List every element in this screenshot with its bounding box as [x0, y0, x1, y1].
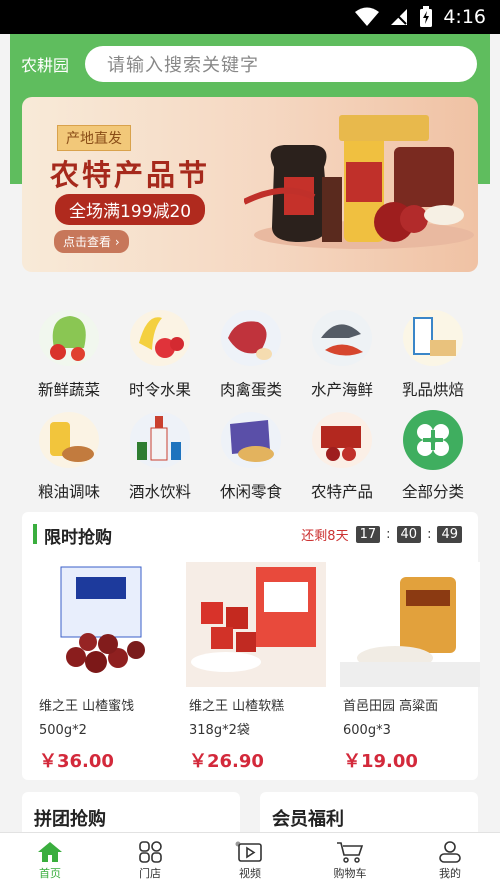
category-label: 休闲零食	[219, 483, 282, 501]
product-name: 首邑田园 高粱面	[343, 699, 439, 714]
product-card[interactable]: 维之王 山楂蜜饯 500g*2 ￥36.00	[36, 562, 176, 773]
snacks-icon	[221, 412, 281, 468]
product-image	[186, 562, 326, 687]
wifi-icon	[355, 7, 380, 26]
seafood-icon	[312, 310, 372, 366]
countdown-timer: 还剩8天 17 : 40 : 49	[301, 525, 462, 544]
category-label: 全部分类	[401, 483, 464, 501]
tab-profile[interactable]: 我的	[400, 833, 500, 890]
category-grain-oil[interactable]: 粮油调味	[24, 410, 114, 502]
meat-eggs-icon	[221, 310, 281, 366]
video-icon	[235, 841, 262, 862]
status-time: 4:16	[443, 6, 486, 28]
product-card[interactable]: 维之王 山楂软糕 318g*2袋 ￥26.90	[186, 562, 326, 773]
section-accent-bar	[33, 524, 37, 544]
tab-video[interactable]: 视频	[200, 833, 300, 890]
category-grid: 新鲜蔬菜 时令水果 肉禽蛋类 水产海鲜 乳品烘焙 粮油调味 酒水饮料 休闲零食 …	[22, 290, 478, 512]
countdown-minutes: 40	[396, 526, 422, 543]
member-benefits-title: 会员福利	[272, 809, 344, 830]
tab-label: 视频	[239, 867, 261, 880]
tab-label: 我的	[439, 867, 461, 880]
drinks-icon	[130, 412, 190, 468]
grain-oil-icon	[39, 412, 99, 468]
countdown-days: 还剩8天	[301, 529, 349, 544]
product-name: 维之王 山楂软糕	[189, 699, 285, 714]
product-image	[340, 562, 480, 687]
flash-sale-title: 限时抢购	[44, 528, 112, 548]
category-label: 肉禽蛋类	[219, 381, 282, 399]
tab-label: 门店	[139, 867, 161, 880]
tab-cart[interactable]: 购物车	[300, 833, 400, 890]
banner-products-image	[244, 115, 474, 249]
countdown-hours: 17	[355, 526, 381, 543]
category-vegetables[interactable]: 新鲜蔬菜	[24, 308, 114, 400]
cart-icon	[337, 842, 364, 863]
user-icon	[439, 841, 461, 863]
grid-icon	[139, 841, 162, 863]
category-dairy-bakery[interactable]: 乳品烘焙	[388, 308, 478, 400]
group-buy-title: 拼团抢购	[34, 809, 106, 830]
clover-icon	[403, 410, 463, 470]
category-label: 水产海鲜	[310, 381, 373, 399]
battery-charging-icon	[420, 6, 433, 27]
specialty-icon	[312, 412, 372, 468]
product-spec: 500g*2	[39, 723, 87, 738]
tab-home[interactable]: 首页	[0, 833, 100, 890]
product-card[interactable]: 首邑田园 高粱面 600g*3 ￥19.00	[340, 562, 480, 773]
category-label: 时令水果	[128, 381, 191, 399]
vegetables-icon	[39, 310, 99, 366]
category-fruits[interactable]: 时令水果	[115, 308, 205, 400]
home-icon	[38, 842, 62, 862]
category-seafood[interactable]: 水产海鲜	[297, 308, 387, 400]
banner-tag: 产地直发	[57, 125, 131, 151]
search-input[interactable]: 请输入搜索关键字	[85, 46, 477, 82]
store-name[interactable]: 农耕园	[21, 52, 69, 76]
product-spec: 600g*3	[343, 723, 391, 738]
product-price: ￥19.00	[343, 751, 418, 772]
flash-sale-section: 限时抢购 还剩8天 17 : 40 : 49 维之王 山楂蜜饯 500g*2 ￥…	[22, 512, 480, 780]
banner-headline: 农特产品节	[50, 158, 211, 192]
category-label: 酒水饮料	[128, 483, 191, 501]
category-snacks[interactable]: 休闲零食	[206, 410, 296, 502]
category-meat-eggs[interactable]: 肉禽蛋类	[206, 308, 296, 400]
category-label: 农特产品	[310, 483, 373, 501]
countdown-seconds: 49	[437, 526, 462, 543]
banner-promo: 全场满199减20	[55, 194, 206, 225]
tab-label: 首页	[39, 867, 61, 880]
category-specialty[interactable]: 农特产品	[297, 410, 387, 502]
category-drinks[interactable]: 酒水饮料	[115, 410, 205, 502]
search-placeholder: 请输入搜索关键字	[107, 55, 259, 76]
product-image	[36, 562, 176, 687]
product-spec: 318g*2袋	[189, 723, 250, 738]
bottom-tab-bar: 首页 门店 视频 购物车 我的	[0, 832, 500, 890]
status-icons: 4:16	[355, 6, 486, 28]
category-label: 新鲜蔬菜	[37, 381, 100, 399]
tab-label: 购物车	[333, 867, 367, 880]
no-signal-icon	[391, 9, 408, 25]
promo-banner[interactable]: 产地直发 农特产品节 全场满199减20 点击查看 ›	[22, 97, 478, 272]
product-name: 维之王 山楂蜜饯	[39, 699, 135, 714]
tab-stores[interactable]: 门店	[100, 833, 200, 890]
category-all[interactable]: 全部分类	[388, 410, 478, 502]
product-price: ￥36.00	[39, 751, 114, 772]
status-bar: 4:16	[0, 0, 500, 34]
product-price: ￥26.90	[189, 751, 264, 772]
category-label: 粮油调味	[37, 483, 100, 501]
dairy-bakery-icon	[403, 310, 463, 366]
fruits-icon	[130, 310, 190, 366]
banner-cta-button[interactable]: 点击查看 ›	[54, 230, 129, 253]
category-label: 乳品烘焙	[401, 381, 464, 399]
